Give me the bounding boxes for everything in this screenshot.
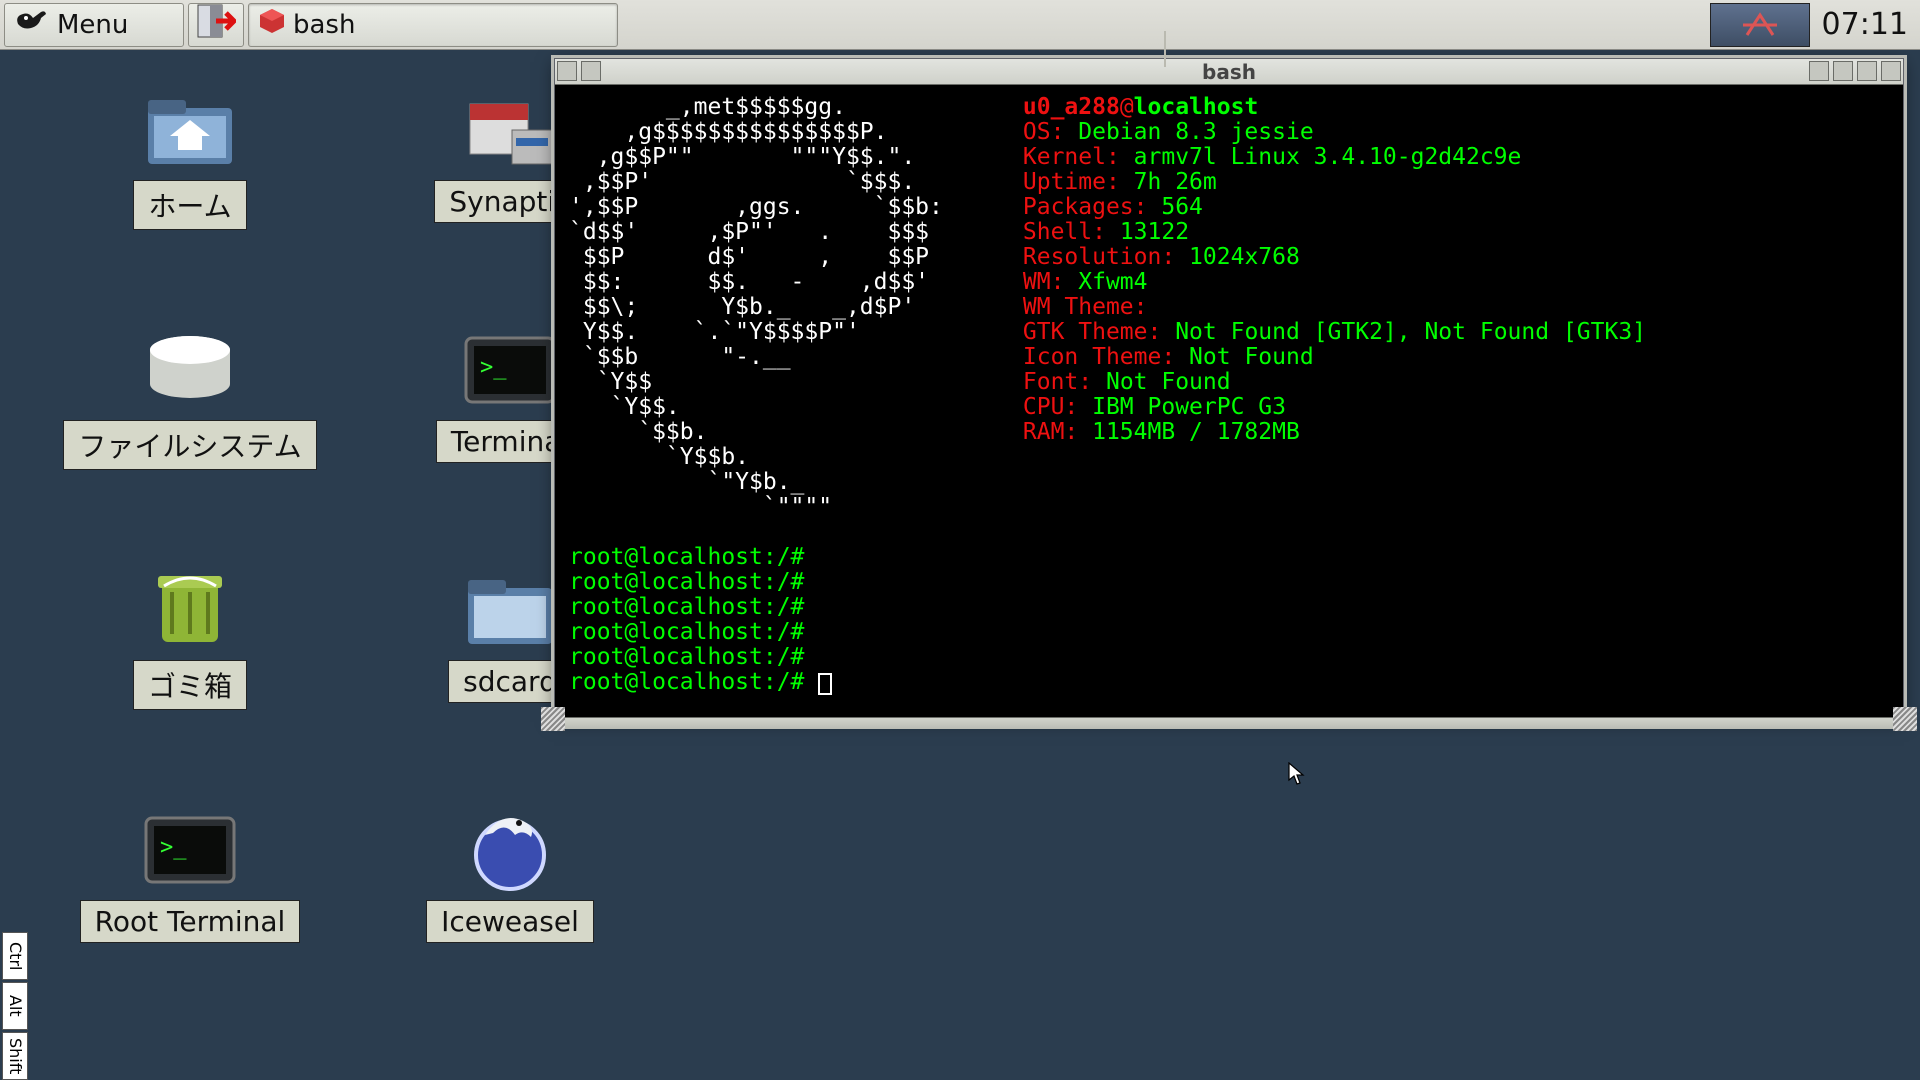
desktop-icon-home[interactable]: ホーム bbox=[80, 90, 300, 230]
logout-icon bbox=[196, 3, 236, 46]
vkey-shift[interactable]: Shift bbox=[2, 1032, 28, 1080]
window-minimize-button[interactable] bbox=[1809, 61, 1829, 81]
svg-text:>_: >_ bbox=[480, 355, 507, 380]
window-maximize-button[interactable] bbox=[1833, 61, 1853, 81]
trash-icon bbox=[140, 570, 240, 650]
window-controls-right bbox=[1809, 61, 1901, 81]
window-close-button[interactable] bbox=[1881, 61, 1901, 81]
ascii-art: _,met$$$$$gg. ,g$$$$$$$$$$$$$$$P. ,g$$P"… bbox=[569, 95, 943, 520]
folder-icon bbox=[460, 570, 560, 650]
icon-label: ゴミ箱 bbox=[133, 660, 247, 710]
desktop-icon-filesystem[interactable]: ファイルシステム bbox=[40, 330, 340, 470]
terminal-app-icon bbox=[259, 8, 285, 41]
package-manager-icon bbox=[460, 90, 560, 170]
systray[interactable] bbox=[1710, 3, 1810, 47]
terminal-icon: >_ bbox=[460, 330, 560, 410]
window-border-bottom bbox=[555, 717, 1903, 729]
system-info: u0_a288@localhost OS: Debian 8.3 jessie … bbox=[1023, 95, 1646, 445]
terminal-window[interactable]: bash _,met$$$$$gg. ,g$$$$$$$$$$$$$$$P. ,… bbox=[554, 58, 1904, 718]
mouse-icon bbox=[15, 6, 49, 43]
iceweasel-icon bbox=[460, 810, 560, 890]
taskbar-task-bash[interactable]: bash bbox=[248, 3, 618, 47]
vkey-alt[interactable]: Alt bbox=[2, 982, 28, 1030]
menu-button[interactable]: Menu bbox=[4, 3, 184, 47]
svg-text:>_: >_ bbox=[160, 835, 187, 860]
terminal-icon: >_ bbox=[140, 810, 240, 890]
task-label: bash bbox=[293, 10, 355, 40]
resize-grip-bl[interactable] bbox=[541, 707, 565, 731]
icon-label: Iceweasel bbox=[426, 900, 594, 943]
vkey-ctrl[interactable]: Ctrl bbox=[2, 932, 28, 980]
resize-grip-br[interactable] bbox=[1893, 707, 1917, 731]
window-menu-button[interactable] bbox=[557, 61, 577, 81]
window-controls-left bbox=[557, 61, 601, 81]
drive-icon bbox=[140, 330, 240, 410]
taskbar: Menu bash 07:11 bbox=[0, 0, 1920, 50]
desktop-icon-trash[interactable]: ゴミ箱 bbox=[80, 570, 300, 710]
icon-label: ファイルシステム bbox=[63, 420, 316, 470]
tray-indicator-icon bbox=[1743, 11, 1777, 39]
logout-button[interactable] bbox=[188, 3, 244, 47]
menu-label: Menu bbox=[57, 10, 128, 40]
folder-home-icon bbox=[140, 90, 240, 170]
window-title: bash bbox=[1202, 60, 1256, 84]
terminal-body[interactable]: _,met$$$$$gg. ,g$$$$$$$$$$$$$$$P. ,g$$P"… bbox=[555, 85, 1903, 717]
icon-label: ホーム bbox=[133, 180, 246, 230]
desktop-icon-iceweasel[interactable]: Iceweasel bbox=[400, 810, 620, 943]
icon-label: Root Terminal bbox=[80, 900, 301, 943]
window-sticky-button[interactable] bbox=[581, 61, 601, 81]
current-prompt: root@localhost:/# bbox=[569, 669, 804, 695]
mouse-pointer-icon bbox=[1288, 762, 1306, 786]
window-titlebar[interactable]: bash bbox=[555, 59, 1903, 85]
prompt-history: root@localhost:/# root@localhost:/# root… bbox=[569, 544, 804, 670]
desktop-icon-root-terminal[interactable]: >_ Root Terminal bbox=[60, 810, 320, 943]
window-restore-button[interactable] bbox=[1857, 61, 1877, 81]
taskbar-clock[interactable]: 07:11 bbox=[1814, 7, 1916, 42]
terminal-cursor bbox=[818, 673, 832, 695]
